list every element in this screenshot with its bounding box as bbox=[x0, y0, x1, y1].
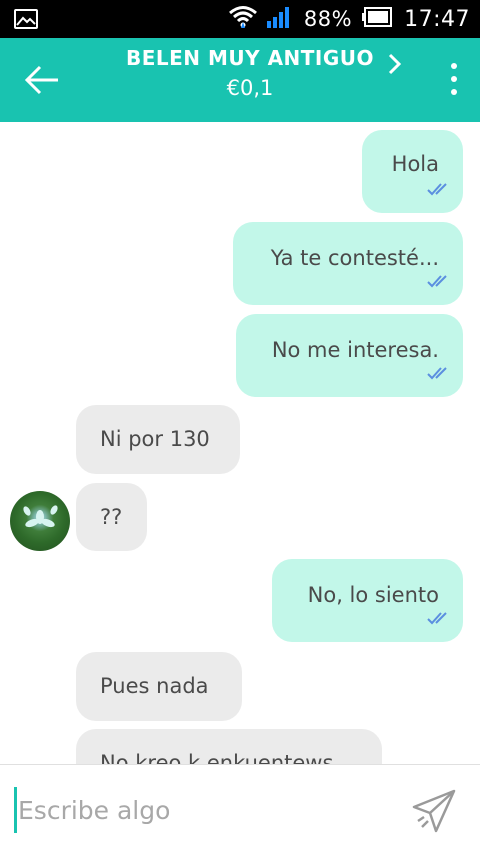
message-text: Ni por 130 bbox=[100, 427, 210, 451]
avatar[interactable] bbox=[10, 491, 70, 551]
chat-header: BELEN MUY ANTIGUO €0,1 bbox=[0, 38, 480, 122]
clock: 17:47 bbox=[404, 6, 470, 32]
status-bar: 88% 17:47 bbox=[0, 0, 480, 38]
message-bubble-incoming[interactable]: Pues nada bbox=[76, 652, 242, 721]
gallery-icon bbox=[14, 9, 38, 33]
text-cursor bbox=[14, 787, 17, 833]
message-input[interactable] bbox=[18, 789, 388, 831]
message-bubble-incoming[interactable]: ?? bbox=[76, 483, 147, 551]
double-check-icon bbox=[427, 606, 451, 630]
message-text: No me interesa. bbox=[271, 338, 439, 362]
message-text: Hola bbox=[391, 152, 439, 176]
message-bubble-incoming[interactable]: No kreo k enkuentews bbox=[76, 729, 382, 764]
message-list[interactable]: Hola Ya te contesté... No me interesa. N… bbox=[0, 122, 480, 764]
back-arrow-icon bbox=[20, 65, 64, 106]
message-text: No kreo k enkuentews bbox=[100, 751, 334, 764]
message-bubble-outgoing[interactable]: Hola bbox=[362, 130, 463, 213]
back-button[interactable] bbox=[20, 58, 64, 102]
signal-icon bbox=[266, 5, 292, 33]
wifi-icon bbox=[228, 4, 258, 34]
more-options-button[interactable] bbox=[442, 60, 466, 100]
message-text: ?? bbox=[100, 505, 123, 529]
double-check-icon bbox=[427, 177, 451, 201]
chat-title-area[interactable]: BELEN MUY ANTIGUO €0,1 bbox=[90, 46, 410, 100]
message-text: Ya te contesté... bbox=[270, 246, 439, 270]
more-vert-icon bbox=[442, 63, 466, 104]
chevron-right-icon bbox=[386, 52, 404, 80]
send-button[interactable] bbox=[410, 787, 458, 835]
message-bubble-incoming[interactable]: Ni por 130 bbox=[76, 405, 240, 474]
message-bubble-outgoing[interactable]: No me interesa. bbox=[236, 314, 463, 397]
double-check-icon bbox=[427, 361, 451, 385]
battery-percentage: 88% bbox=[303, 7, 353, 31]
message-composer bbox=[0, 764, 480, 855]
chat-title: BELEN MUY ANTIGUO bbox=[125, 46, 375, 70]
item-price: €0,1 bbox=[226, 76, 274, 100]
double-check-icon bbox=[427, 269, 451, 293]
message-bubble-outgoing[interactable]: No, lo siento bbox=[272, 559, 463, 642]
battery-icon bbox=[362, 7, 393, 31]
message-text: Pues nada bbox=[100, 674, 209, 698]
message-text: No, lo siento bbox=[307, 583, 439, 607]
send-icon bbox=[410, 789, 458, 839]
message-bubble-outgoing[interactable]: Ya te contesté... bbox=[233, 222, 463, 305]
